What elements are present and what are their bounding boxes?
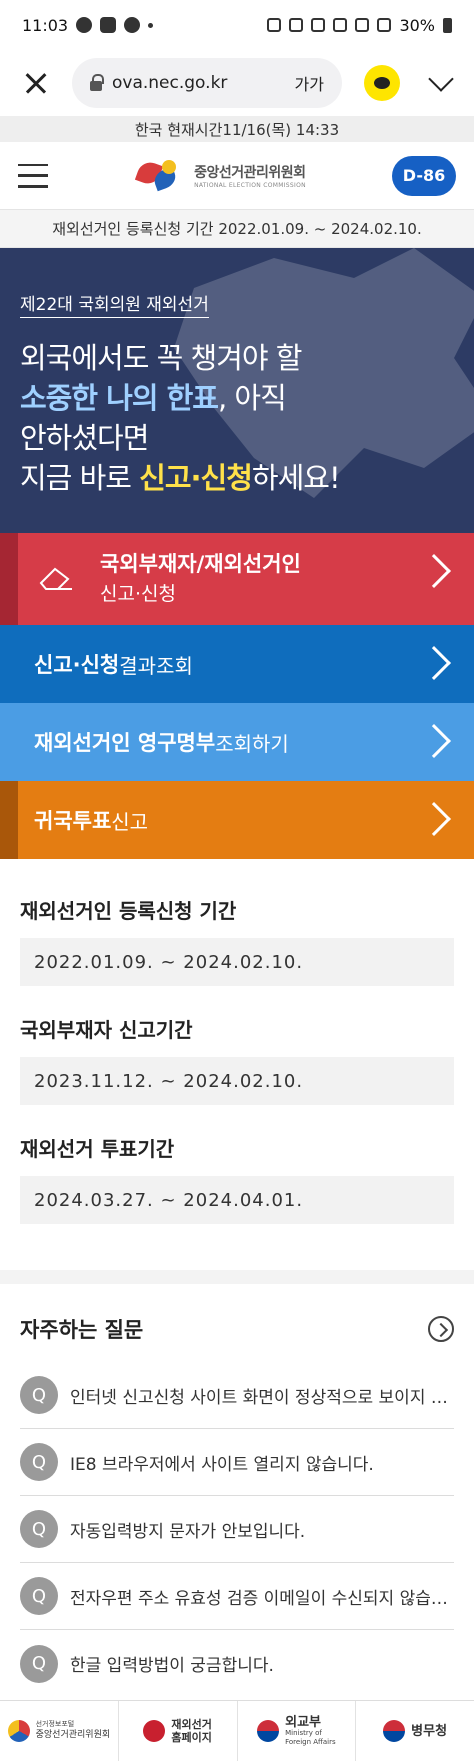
url-text: ova.nec.go.kr: [112, 73, 228, 93]
faq-more-icon[interactable]: [428, 1316, 454, 1342]
kakaotalk-share-button[interactable]: [364, 65, 400, 101]
signal-icon: [377, 18, 392, 32]
address-bar[interactable]: ova.nec.go.kr 가가: [72, 58, 342, 108]
clock: 11:03: [22, 15, 69, 35]
faq-item[interactable]: Q 전자우편 주소 유효성 검증 이메일이 수신되지 않습니다.: [20, 1563, 454, 1630]
related-sites-footer: 선거정보포털 중앙선거관리위원회 재외선거 홈페이지 외교부 Ministry …: [0, 1700, 474, 1761]
registration-period-notice: 재외선거인 등록신청 기간 2022.01.09. ~ 2024.02.10.: [0, 210, 474, 248]
mma-link[interactable]: 병무청: [356, 1701, 474, 1761]
ova-homepage-link[interactable]: 재외선거 홈페이지: [119, 1701, 238, 1761]
period-label: 국외부재자 신고기간: [20, 1018, 193, 1042]
chat-bubble-icon: [374, 77, 390, 89]
periods-section: 재외선거인 등록신청 기간 2022.01.09. ~ 2024.02.10. …: [0, 859, 474, 1270]
talk-notification-icon: [76, 17, 93, 33]
faq-item[interactable]: Q IE8 브라우저에서 사이트 열리지 않습니다.: [20, 1429, 454, 1496]
faq-item[interactable]: Q 한글 입력방법이 궁금합니다.: [20, 1630, 454, 1697]
faq-question: 전자우편 주소 유효성 검증 이메일이 수신되지 않습니다.: [70, 1588, 454, 1609]
section-divider: [0, 1270, 474, 1284]
wifi-icon: [355, 18, 370, 32]
dday-badge: D-86: [391, 155, 456, 196]
period-value: 2024.03.27. ~ 2024.04.01.: [20, 1176, 454, 1224]
browser-toolbar: ova.nec.go.kr 가가: [0, 50, 474, 116]
chevron-right-icon: [417, 724, 451, 758]
ova-logo-icon: [143, 1720, 166, 1742]
period-value: 2022.01.09. ~ 2024.02.10.: [20, 938, 454, 986]
faq-question: IE8 브라우저에서 사이트 열리지 않습니다.: [70, 1454, 374, 1475]
question-icon: Q: [20, 1510, 58, 1548]
faq-section: 자주하는 질문 Q 인터넷 신고신청 사이트 화면이 정상적으로 보이지 않습니…: [0, 1284, 474, 1697]
hero-headline: 외국에서도 꼭 챙겨야 할 소중한 나의 한표, 아직 안하셨다면 지금 바로 …: [20, 341, 341, 495]
mofa-link[interactable]: 외교부 Ministry of Foreign Affairs: [238, 1701, 357, 1761]
app-notification-icon: [124, 17, 141, 33]
faq-question: 한글 입력방법이 궁금합니다.: [70, 1656, 274, 1676]
taegeuk-icon: [257, 1720, 280, 1742]
chevron-right-icon: [417, 554, 451, 588]
faq-title: 자주하는 질문: [20, 1318, 144, 1342]
logo-english: NATIONAL ELECTION COMMISSION: [194, 182, 306, 189]
faq-question: 인터넷 신고신청 사이트 화면이 정상적으로 보이지 않습니다.: [70, 1387, 454, 1408]
bluetooth-icon: [311, 18, 326, 32]
period-label: 재외선거 투표기간: [20, 1137, 175, 1161]
lock-status-icon: [267, 18, 282, 32]
menu-icon[interactable]: [18, 163, 48, 188]
chevron-right-icon: [417, 646, 451, 680]
logo-korean: 중앙선거관리위원회: [194, 165, 306, 181]
hero-subtitle: 제22대 국회의원 재외선거: [20, 290, 209, 318]
gallery-notification-icon: [100, 17, 117, 33]
nec-emblem-icon: [134, 156, 186, 196]
permanent-register-lookup-button[interactable]: 재외선거인 영구명부 조회하기: [0, 703, 474, 781]
more-notifications-icon: [148, 22, 154, 28]
question-icon: Q: [20, 1376, 58, 1414]
nec-logo[interactable]: 중앙선거관리위원회 NATIONAL ELECTION COMMISSION: [134, 156, 306, 196]
close-icon[interactable]: [18, 65, 54, 101]
chevron-down-icon[interactable]: [426, 68, 456, 98]
faq-item[interactable]: Q 인터넷 신고신청 사이트 화면이 정상적으로 보이지 않습니다.: [20, 1362, 454, 1429]
alarm-icon: [289, 18, 304, 32]
taegeuk-icon: [383, 1720, 406, 1742]
action-subtitle: 신고·신청: [100, 583, 176, 605]
text-size-button[interactable]: 가가: [295, 71, 324, 95]
korea-time-bar: 한국 현재시간11/16(목) 14:33: [0, 116, 474, 142]
chevron-right-icon: [417, 802, 451, 836]
hero-banner: 제22대 국회의원 재외선거 외국에서도 꼭 챙겨야 할 소중한 나의 한표, …: [0, 248, 474, 533]
period-label: 재외선거인 등록신청 기간: [20, 899, 237, 923]
result-lookup-button[interactable]: 신고·신청 결과조회: [0, 625, 474, 703]
period-value: 2023.11.12. ~ 2024.02.10.: [20, 1057, 454, 1105]
site-header: 중앙선거관리위원회 NATIONAL ELECTION COMMISSION D…: [0, 142, 474, 210]
battery-icon: [443, 17, 452, 33]
nec-portal-link[interactable]: 선거정보포털 중앙선거관리위원회: [0, 1701, 119, 1761]
question-icon: Q: [20, 1577, 58, 1615]
lock-icon: [90, 73, 104, 91]
overseas-registration-button[interactable]: 국외부재자/재외선거인 신고·신청: [0, 533, 474, 625]
faq-item[interactable]: Q 자동입력방지 문자가 안보입니다.: [20, 1496, 454, 1563]
action-title: 국외부재자/재외선거인: [100, 552, 301, 576]
faq-question: 자동입력방지 문자가 안보입니다.: [70, 1521, 306, 1542]
question-icon: Q: [20, 1644, 58, 1683]
eraser-icon: [39, 567, 72, 590]
status-bar: 11:03 30%: [0, 0, 474, 50]
question-icon: Q: [20, 1443, 58, 1481]
return-voting-button[interactable]: 귀국투표 신고: [0, 781, 474, 859]
battery-level: 30%: [399, 15, 435, 35]
nec-emblem-icon: [7, 1720, 30, 1742]
mute-icon: [333, 18, 348, 32]
